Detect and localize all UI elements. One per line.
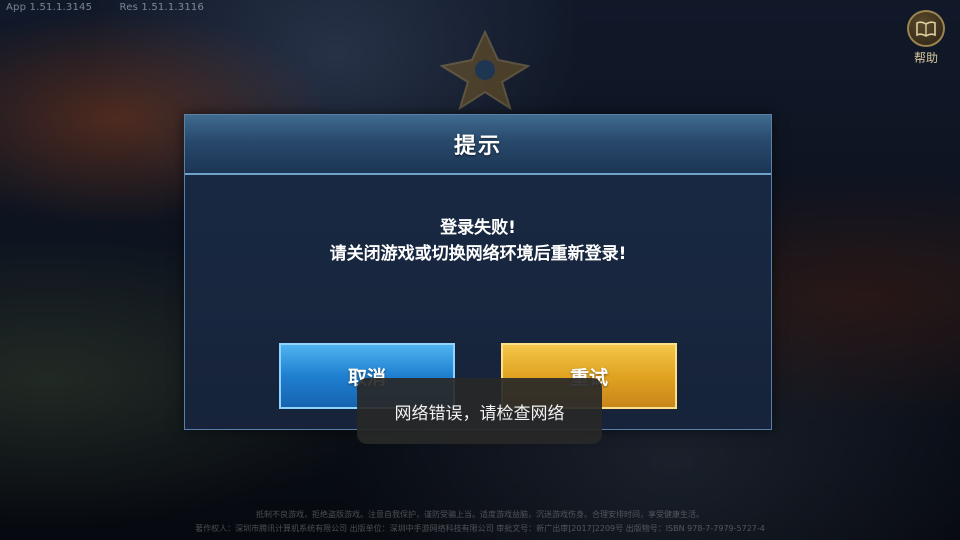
help-label: 帮助 (913, 51, 938, 65)
message-line-1: 登录失败! (440, 218, 516, 238)
book-icon (907, 10, 945, 47)
footer-notice: 抵制不良游戏，拒绝盗版游戏。注意自我保护，谨防受骗上当。适度游戏益脑，沉迷游戏伤… (0, 508, 960, 536)
dialog-title: 提示 (453, 134, 502, 159)
toast-text: 网络错误，请检查网络 (394, 403, 565, 424)
dialog-message: 登录失败! 请关闭游戏或切换网络环境后重新登录! (185, 215, 771, 267)
help-button[interactable]: 帮助 (906, 10, 946, 66)
footer-line-1: 抵制不良游戏，拒绝盗版游戏。注意自我保护，谨防受骗上当。适度游戏益脑，沉迷游戏伤… (256, 510, 704, 519)
footer-line-2: 著作权人：深圳市腾讯计算机系统有限公司 出版单位：深圳中手游网络科技有限公司 审… (195, 524, 765, 533)
network-error-toast: 网络错误，请检查网络 (357, 378, 602, 444)
dialog-header: 提示 (185, 115, 771, 175)
res-version: Res 1.51.1.3116 (119, 2, 205, 13)
version-info: App 1.51.1.3145 Res 1.51.1.3116 (6, 2, 228, 13)
app-version: App 1.51.1.3145 (6, 2, 93, 13)
message-line-2: 请关闭游戏或切换网络环境后重新登录! (329, 244, 627, 264)
